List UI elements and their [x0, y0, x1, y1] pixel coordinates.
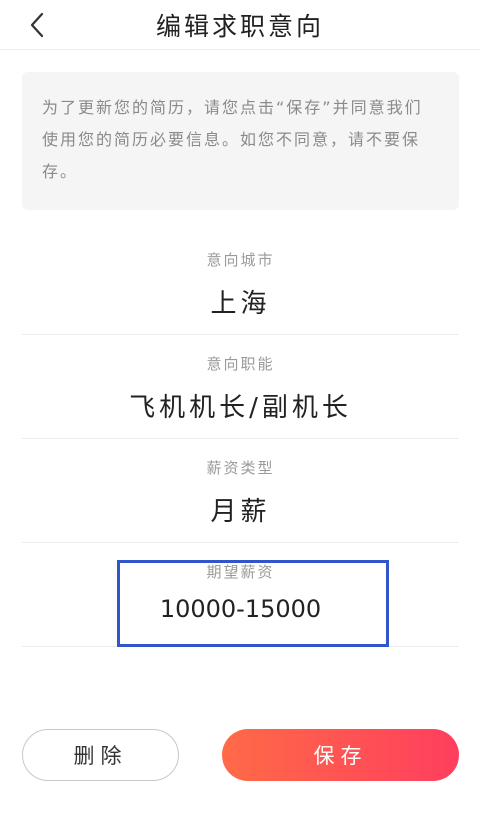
field-expected-salary[interactable]: 期望薪资 10000-15000	[22, 543, 459, 647]
top-bar: 编辑求职意向	[0, 0, 480, 50]
field-label: 期望薪资	[206, 563, 275, 581]
field-value: 上海	[210, 289, 271, 319]
consent-notice: 为了更新您的简历，请您点击“保存”并同意我们使用您的简历必要信息。如您不同意，请…	[22, 72, 459, 210]
back-button[interactable]	[22, 10, 52, 40]
save-button[interactable]: 保存	[222, 729, 459, 781]
chevron-left-icon	[30, 12, 44, 38]
field-value: 10000-15000	[159, 595, 322, 623]
field-value: 飞机机长/副机长	[129, 393, 352, 423]
field-label: 意向城市	[206, 251, 275, 269]
field-target-city[interactable]: 意向城市 上海	[22, 231, 459, 335]
field-target-function[interactable]: 意向职能 飞机机长/副机长	[22, 335, 459, 439]
field-label: 薪资类型	[206, 459, 275, 477]
page-title: 编辑求职意向	[155, 11, 324, 41]
delete-button[interactable]: 删除	[22, 729, 179, 781]
field-salary-type[interactable]: 薪资类型 月薪	[22, 439, 459, 543]
field-label: 意向职能	[206, 355, 275, 373]
field-value: 月薪	[210, 497, 271, 527]
